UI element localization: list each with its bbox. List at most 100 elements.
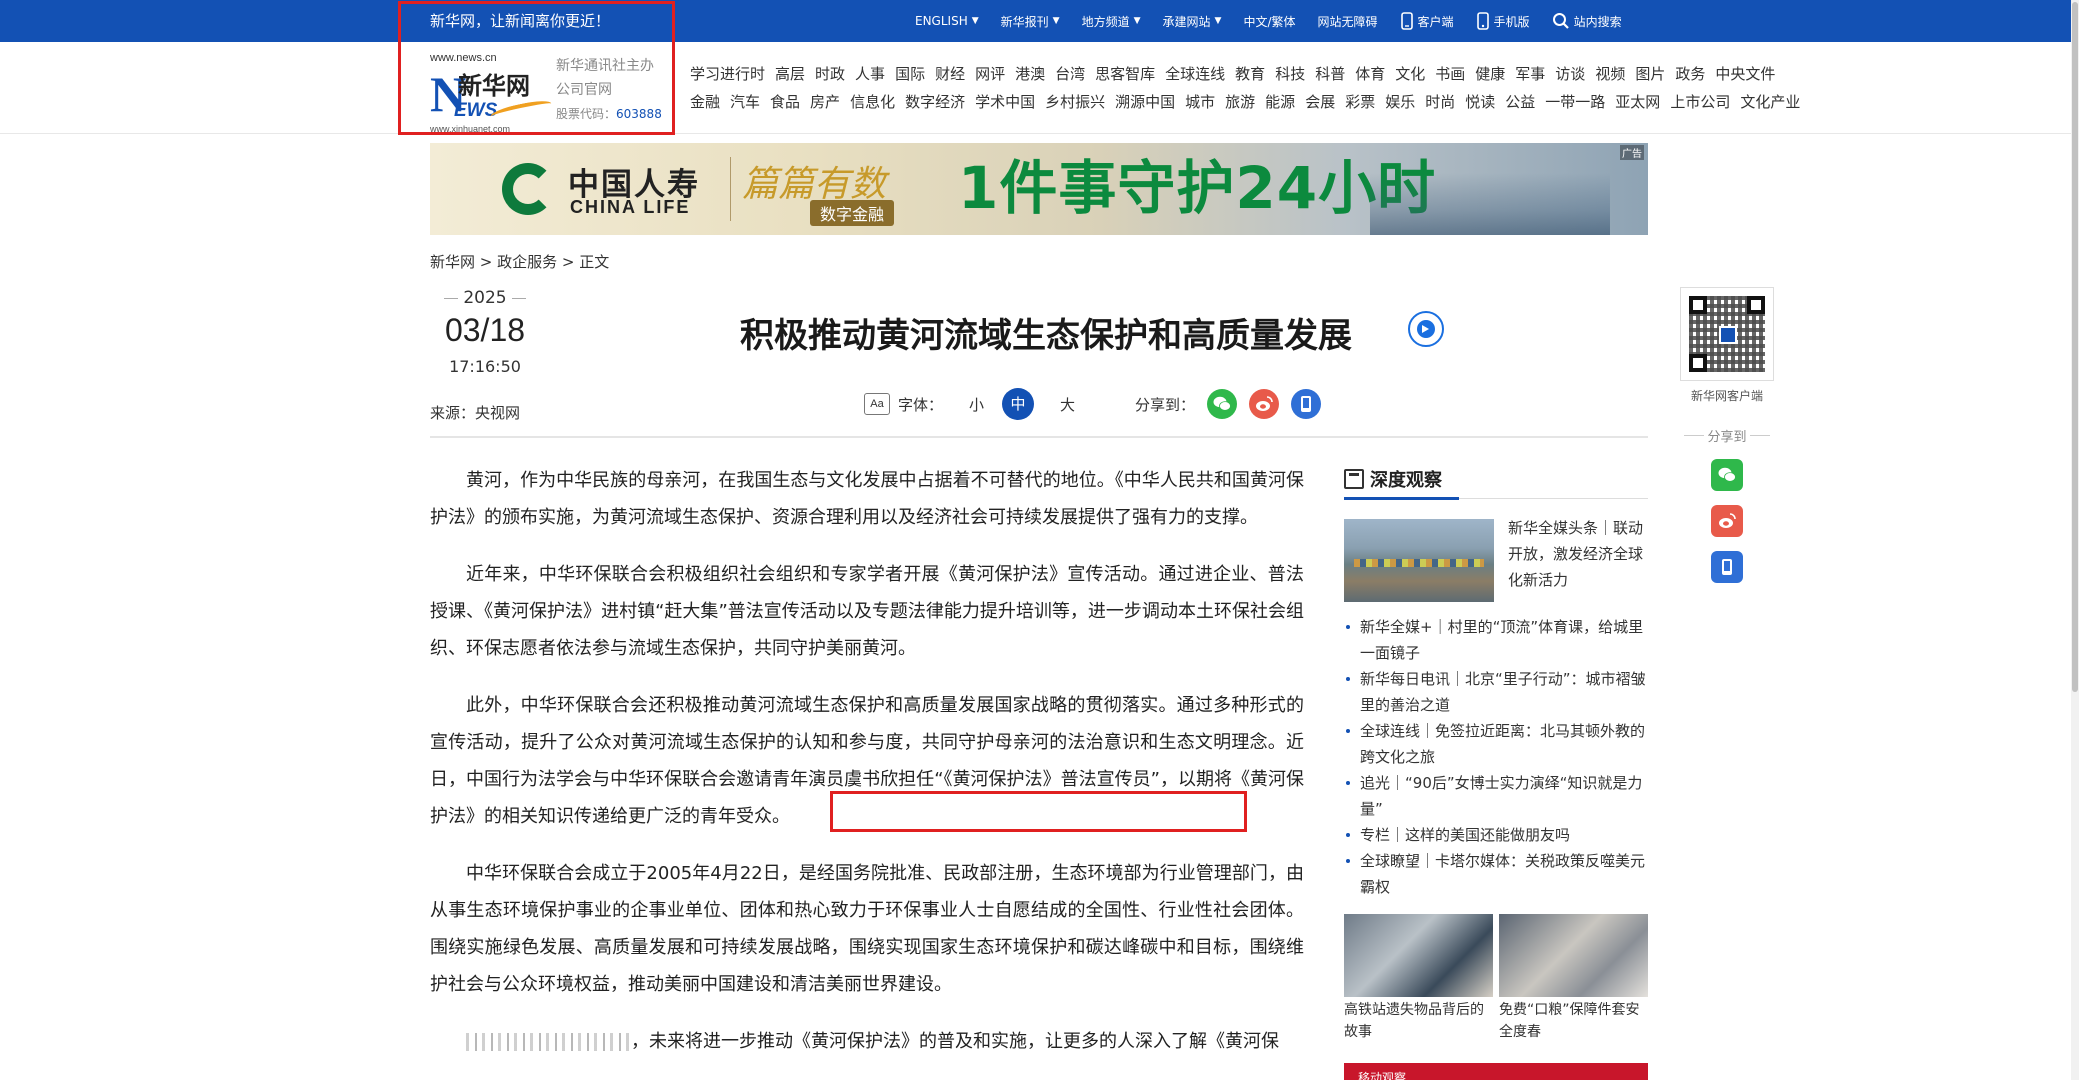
xinhua-logo[interactable]: www.news.cn N 新华网 EWS www.xinhuanet.com: [430, 48, 553, 134]
channel-link[interactable]: 思客智库: [1095, 60, 1155, 88]
list-item[interactable]: 全球瞭望｜卡塔尔媒体：关税政策反噬美元霸权: [1344, 848, 1648, 900]
channel-link[interactable]: 一带一路: [1545, 88, 1605, 116]
channel-link[interactable]: 公益: [1505, 88, 1535, 116]
mobile-icon: [1476, 12, 1489, 30]
nav-newspapers[interactable]: 新华报刊 ▼: [1001, 13, 1060, 30]
channel-link[interactable]: 悦读: [1465, 88, 1495, 116]
breadcrumb: 新华网 > 政企服务 > 正文: [430, 253, 610, 271]
channel-link[interactable]: 图片: [1635, 60, 1665, 88]
share-mobile-button[interactable]: [1291, 389, 1322, 419]
channel-link[interactable]: 文化产业: [1740, 88, 1800, 116]
font-medium-button[interactable]: 中: [1002, 388, 1035, 420]
nav-traditional-chinese[interactable]: 中文/繁体: [1243, 13, 1295, 30]
channel-link[interactable]: 中央文件: [1715, 60, 1775, 88]
nav-accessibility[interactable]: 网站无障碍: [1318, 13, 1378, 30]
channel-link[interactable]: 学术中国: [975, 88, 1035, 116]
featured-story-image[interactable]: [1344, 519, 1494, 602]
channel-link[interactable]: 书画: [1435, 60, 1465, 88]
float-share-weibo-button[interactable]: [1711, 505, 1743, 537]
channel-link[interactable]: 学习进行时: [690, 60, 765, 88]
channel-link[interactable]: 乡村振兴: [1045, 88, 1105, 116]
channel-link[interactable]: 数字经济: [905, 88, 965, 116]
share-weibo-button[interactable]: [1249, 389, 1280, 419]
nav-local-channels[interactable]: 地方频道 ▼: [1082, 13, 1141, 30]
page-scrollbar[interactable]: [2071, 0, 2079, 1080]
channel-link[interactable]: 科普: [1315, 60, 1345, 88]
channel-link[interactable]: 金融: [690, 88, 720, 116]
channel-link[interactable]: 国际: [895, 60, 925, 88]
channel-link[interactable]: 港澳: [1015, 60, 1045, 88]
site-slogan: 新华网，让新闻离你更近！: [430, 12, 611, 30]
channel-link[interactable]: 教育: [1235, 60, 1265, 88]
company-info: 新华通讯社主办 公司官网 股票代码：603888: [556, 58, 662, 121]
nav-english[interactable]: ENGLISH ▼: [915, 14, 979, 28]
channel-link[interactable]: 城市: [1185, 88, 1215, 116]
channel-link[interactable]: 信息化: [850, 88, 895, 116]
channel-link[interactable]: 网评: [975, 60, 1005, 88]
font-small-button[interactable]: 小: [969, 394, 984, 415]
title-divider: [430, 436, 1648, 438]
channel-link[interactable]: 娱乐: [1385, 88, 1415, 116]
list-item[interactable]: 全球连线｜免签拉近距离：北马其顿外教的跨文化之旅: [1344, 718, 1648, 770]
site-search[interactable]: 站内搜索: [1552, 12, 1622, 30]
channel-link[interactable]: 文化: [1395, 60, 1425, 88]
channel-link[interactable]: 时政: [815, 60, 845, 88]
channel-link[interactable]: 全球连线: [1165, 60, 1225, 88]
scrollbar-thumb[interactable]: [2072, 2, 2078, 692]
channel-link[interactable]: 彩票: [1345, 88, 1375, 116]
channel-link[interactable]: 军事: [1515, 60, 1545, 88]
audio-play-button[interactable]: [1408, 311, 1444, 347]
photo-thumbnail[interactable]: [1344, 914, 1493, 997]
share-wechat-button[interactable]: [1207, 389, 1238, 419]
channel-link[interactable]: 能源: [1265, 88, 1295, 116]
channel-link[interactable]: 食品: [770, 88, 800, 116]
article-paragraph: 黄河，作为中华民族的母亲河，在我国生态与文化发展中占据着不可替代的地位。《中华人…: [430, 470, 1304, 528]
channel-link[interactable]: 财经: [935, 60, 965, 88]
channel-link[interactable]: 体育: [1355, 60, 1385, 88]
china-life-logo-icon: [502, 163, 554, 215]
featured-story-title[interactable]: 新华全媒头条｜联动开放，激发经济全球化新活力: [1508, 515, 1648, 602]
channel-link[interactable]: 访谈: [1555, 60, 1585, 88]
channel-link[interactable]: 视频: [1595, 60, 1625, 88]
float-share-wechat-button[interactable]: [1711, 459, 1743, 491]
stock-code[interactable]: 603888: [616, 107, 662, 121]
weibo-icon: [1719, 513, 1736, 528]
channel-link[interactable]: 健康: [1475, 60, 1505, 88]
channel-link[interactable]: 人事: [855, 60, 885, 88]
channel-link[interactable]: 亚太网: [1615, 88, 1660, 116]
mobile-observation-bar[interactable]: 移动观察: [1344, 1063, 1648, 1080]
channel-link[interactable]: 高层: [775, 60, 805, 88]
channel-link[interactable]: 旅游: [1225, 88, 1255, 116]
channel-link[interactable]: 科技: [1275, 60, 1305, 88]
channel-link[interactable]: 台湾: [1055, 60, 1085, 88]
channel-link[interactable]: 上市公司: [1670, 88, 1730, 116]
breadcrumb-home[interactable]: 新华网: [430, 253, 475, 271]
float-share-mobile-button[interactable]: [1711, 551, 1743, 583]
photo-story[interactable]: 免费“口粮”保障件套安全度春: [1499, 914, 1648, 1043]
breadcrumb-section[interactable]: 政企服务: [497, 253, 557, 271]
site-header: www.news.cn N 新华网 EWS www.xinhuanet.com …: [0, 42, 2079, 134]
list-item[interactable]: 新华全媒+｜村里的“顶流”体育课，给城里一面镜子: [1344, 614, 1648, 666]
channel-link[interactable]: 会展: [1305, 88, 1335, 116]
list-item[interactable]: 追光｜“90后”女博士实力演绎“知识就是力量”: [1344, 770, 1648, 822]
channel-link[interactable]: 溯源中国: [1115, 88, 1175, 116]
channel-link[interactable]: 房产: [810, 88, 840, 116]
nav-built-sites[interactable]: 承建网站 ▼: [1163, 13, 1222, 30]
list-item[interactable]: 专栏｜这样的美国还能做朋友吗: [1344, 822, 1648, 848]
list-item[interactable]: 新华每日电讯｜北京“里子行动”：城市褶皱里的善治之道: [1344, 666, 1648, 718]
ad-label: 广告: [1620, 145, 1644, 160]
channel-link[interactable]: 政务: [1675, 60, 1705, 88]
banner-divider: [730, 157, 731, 221]
photo-story[interactable]: 高铁站遗失物品背后的故事: [1344, 914, 1493, 1043]
ad-banner[interactable]: 中国人寿 CHINA LIFE 篇篇有数 数字金融 1件事守护24小时 广告: [430, 143, 1648, 235]
nav-client[interactable]: 客户端: [1400, 12, 1454, 30]
font-size-icon: Aa: [864, 393, 890, 415]
channel-link[interactable]: 汽车: [730, 88, 760, 116]
photo-thumbnail[interactable]: [1499, 914, 1648, 997]
channel-link[interactable]: 时尚: [1425, 88, 1455, 116]
article-source: 来源：央视网: [430, 404, 521, 422]
nav-mobile[interactable]: 手机版: [1476, 12, 1530, 30]
featured-story[interactable]: 新华全媒头条｜联动开放，激发经济全球化新活力: [1344, 519, 1648, 602]
article-body: 黄河，作为中华民族的母亲河，在我国生态与文化发展中占据着不可替代的地位。《中华人…: [430, 462, 1304, 1080]
font-large-button[interactable]: 大: [1060, 394, 1075, 415]
